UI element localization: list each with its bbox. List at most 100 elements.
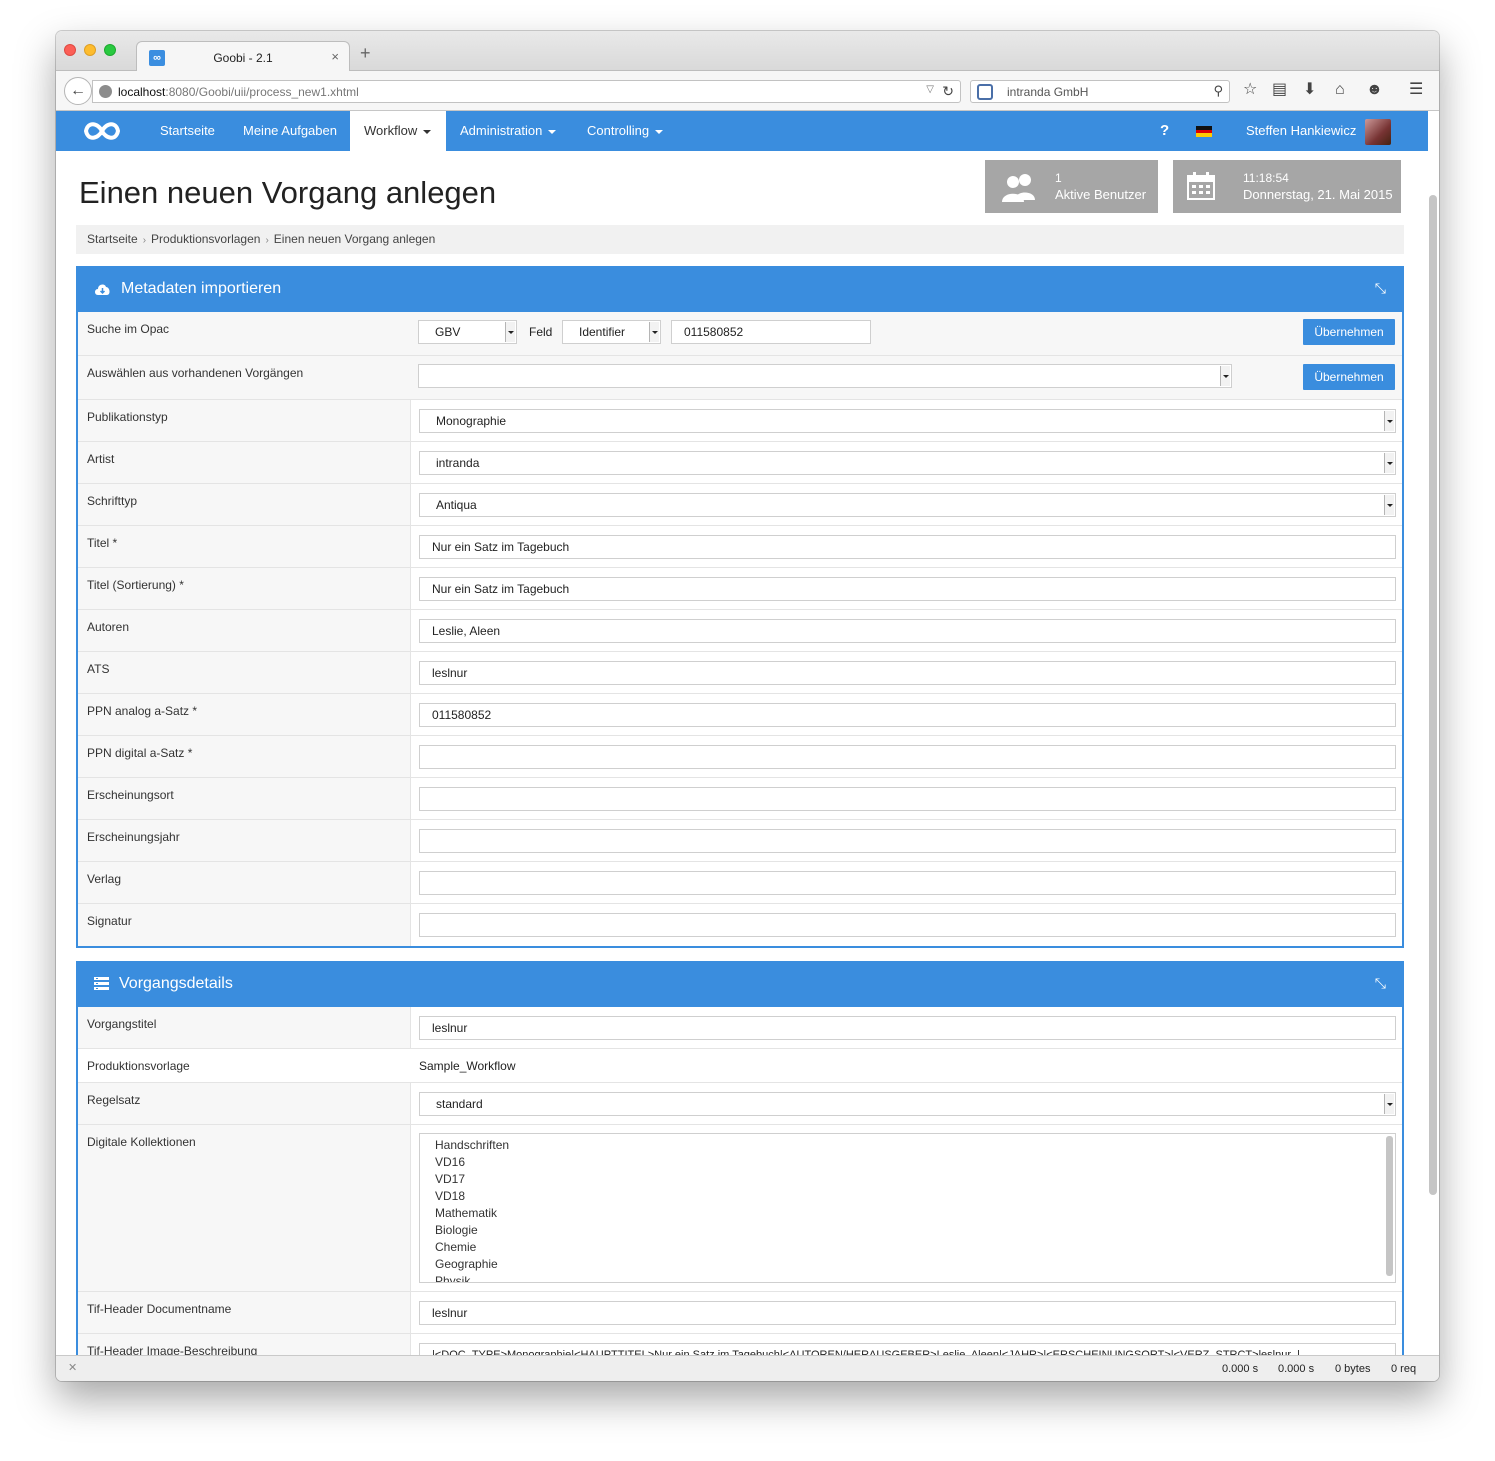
authors-input[interactable]: Leslie, Aleen: [419, 619, 1396, 643]
german-flag-icon[interactable]: [1196, 126, 1212, 137]
ats-input[interactable]: leslnur: [419, 661, 1396, 685]
ruleset-select[interactable]: standard: [419, 1092, 1396, 1116]
dropdown-arrow-icon: [1384, 495, 1394, 515]
tif-doc-input[interactable]: leslnur: [419, 1301, 1396, 1325]
collapse-icon[interactable]: ⤡: [1375, 975, 1386, 992]
opac-search-input[interactable]: 011580852: [671, 320, 871, 344]
ppn-digital-input[interactable]: [419, 745, 1396, 769]
listbox-scrollbar[interactable]: [1386, 1136, 1393, 1276]
help-icon[interactable]: ?: [1160, 111, 1169, 151]
collection-option[interactable]: Geographie: [435, 1256, 1395, 1273]
metadata-label: Signatur: [78, 904, 411, 946]
username[interactable]: Steffen Hankiewicz: [1246, 111, 1356, 151]
collection-option[interactable]: Handschriften: [435, 1137, 1395, 1154]
publication-type-value: Monographie: [436, 414, 507, 428]
metadata-row: PPN digital a-Satz *: [78, 736, 1402, 778]
nav-startseite[interactable]: Startseite: [160, 111, 215, 151]
metadata-row: PPN analog a-Satz * 011580852: [78, 694, 1402, 736]
tab-title: Goobi - 2.1: [213, 51, 273, 65]
nav-workflow-label: Workflow: [364, 123, 418, 138]
home-icon[interactable]: ⌂: [1335, 81, 1345, 99]
field-select[interactable]: Identifier: [562, 320, 661, 344]
ppn-analog-input[interactable]: 011580852: [419, 703, 1396, 727]
collection-option[interactable]: Mathematik: [435, 1205, 1395, 1222]
tif-img-input[interactable]: |<DOC_TYPE>Monographie|<HAUPTTITEL>Nur e…: [419, 1343, 1396, 1355]
breadcrumb-separator-icon: ›: [265, 235, 269, 246]
metadata-label: Erscheinungsjahr: [78, 820, 411, 861]
breadcrumb-separator-icon: ›: [142, 235, 147, 246]
active-users-box: 1 Aktive Benutzer: [985, 160, 1158, 213]
metadata-row: Signatur: [78, 904, 1402, 946]
zoom-window-button[interactable]: [104, 44, 116, 56]
collection-option[interactable]: VD18: [435, 1188, 1395, 1205]
search-text: intranda GmbH: [1007, 85, 1089, 99]
datetime-box: 11:18:54 Donnerstag, 21. Mai 2015: [1173, 160, 1401, 213]
metadata-label: Titel *: [78, 526, 411, 567]
collapse-icon[interactable]: ⤡: [1375, 280, 1386, 297]
nav-meine-aufgaben[interactable]: Meine Aufgaben: [243, 111, 337, 151]
collection-option[interactable]: Physik: [435, 1273, 1395, 1282]
cloud-download-icon: [95, 284, 110, 295]
metadata-row: Titel (Sortierung) * Nur ein Satz im Tag…: [78, 568, 1402, 610]
nav-administration[interactable]: Administration: [460, 111, 557, 151]
status-requests: 0 req: [1391, 1363, 1417, 1375]
search-engine-icon[interactable]: [977, 84, 993, 100]
publication-type-select[interactable]: Monographie: [419, 409, 1396, 433]
collections-listbox[interactable]: Handschriften VD16 VD17 VD18 Mathematik …: [419, 1133, 1396, 1283]
chat-icon[interactable]: ☻: [1366, 81, 1383, 99]
opac-apply-button[interactable]: Übernehmen: [1303, 319, 1395, 345]
breadcrumb-startseite[interactable]: Startseite: [87, 232, 138, 246]
reload-icon[interactable]: ↻: [942, 83, 954, 100]
minimize-window-button[interactable]: [84, 44, 96, 56]
download-icon[interactable]: ⬇: [1303, 81, 1316, 99]
tif-img-row: Tif-Header Image-Beschreibung |<DOC_TYPE…: [78, 1334, 1402, 1355]
process-title-input[interactable]: leslnur: [419, 1016, 1396, 1040]
page-scrollbar[interactable]: [1429, 195, 1437, 1195]
collection-option[interactable]: Chemie: [435, 1239, 1395, 1256]
url-bar[interactable]: localhost:8080/Goobi/uii/process_new1.xh…: [92, 80, 961, 103]
font-type-select[interactable]: Antiqua: [419, 493, 1396, 517]
existing-process-label: Auswählen aus vorhandenen Vorgängen: [78, 356, 411, 399]
signature-input[interactable]: [419, 913, 1396, 937]
place-input[interactable]: [419, 787, 1396, 811]
artist-select[interactable]: intranda: [419, 451, 1396, 475]
search-bar[interactable]: intranda GmbH ⚲: [970, 80, 1230, 103]
publisher-input[interactable]: [419, 871, 1396, 895]
opac-label: Suche im Opac: [78, 312, 411, 355]
new-tab-icon[interactable]: +: [360, 44, 371, 62]
url-dropdown-icon[interactable]: ▽: [926, 84, 934, 95]
browser-tab[interactable]: ∞ Goobi - 2.1 ×: [136, 41, 350, 72]
existing-apply-button[interactable]: Übernehmen: [1303, 364, 1395, 390]
browser-window: ∞ Goobi - 2.1 × + ← localhost:8080/Goobi…: [56, 31, 1439, 1381]
close-window-button[interactable]: [64, 44, 76, 56]
collection-option[interactable]: VD17: [435, 1171, 1395, 1188]
metadata-label: ATS: [78, 652, 411, 693]
ruleset-value: standard: [436, 1097, 483, 1111]
menu-icon[interactable]: ☰: [1409, 81, 1423, 99]
breadcrumb-produktionsvorlagen[interactable]: Produktionsvorlagen: [151, 232, 260, 246]
existing-process-select[interactable]: [418, 364, 1232, 388]
opac-row: Suche im Opac GBV Feld Identifier 011580…: [78, 312, 1402, 356]
nav-workflow[interactable]: Workflow: [350, 111, 446, 151]
nav-controlling[interactable]: Controlling: [587, 111, 664, 151]
current-date: Donnerstag, 21. Mai 2015: [1243, 187, 1393, 202]
year-input[interactable]: [419, 829, 1396, 853]
bookmark-star-icon[interactable]: ☆: [1243, 81, 1257, 99]
back-arrow-icon[interactable]: ←: [64, 77, 92, 105]
metadata-label: PPN analog a-Satz *: [78, 694, 411, 735]
dropdown-arrow-icon: [1384, 411, 1394, 431]
tab-close-icon[interactable]: ×: [331, 49, 339, 64]
breadcrumb: Startseite › Produktionsvorlagen › Einen neu…: [76, 225, 1404, 254]
close-icon[interactable]: ✕: [68, 1361, 77, 1374]
avatar[interactable]: [1365, 119, 1391, 145]
search-icon[interactable]: ⚲: [1213, 83, 1223, 99]
title-input[interactable]: Nur ein Satz im Tagebuch: [419, 535, 1396, 559]
reading-list-icon[interactable]: ▤: [1272, 81, 1287, 99]
active-users-label: Aktive Benutzer: [1055, 187, 1147, 202]
catalog-select[interactable]: GBV: [418, 320, 517, 344]
goobi-logo-icon[interactable]: [80, 117, 124, 145]
collection-option[interactable]: Biologie: [435, 1222, 1395, 1239]
sort-title-input[interactable]: Nur ein Satz im Tagebuch: [419, 577, 1396, 601]
dropdown-arrow-icon: [1384, 453, 1394, 473]
collection-option[interactable]: VD16: [435, 1154, 1395, 1171]
